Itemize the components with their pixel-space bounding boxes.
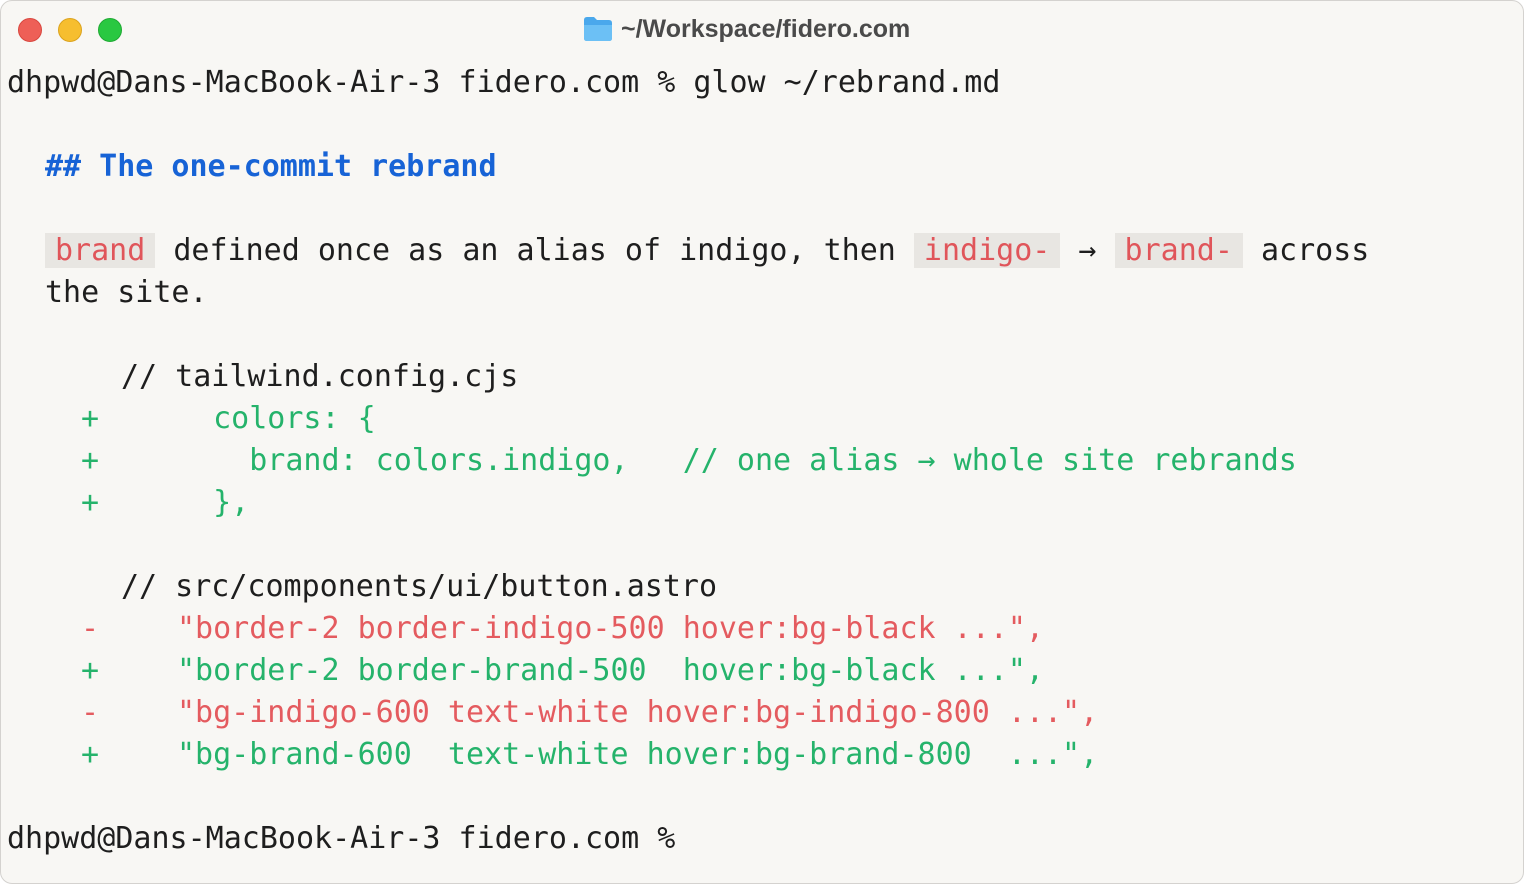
diff-code: "bg-brand-600 text-white hover:bg-brand-… (177, 737, 1099, 772)
minimize-button[interactable] (58, 18, 82, 42)
paragraph-line-2: the site. (45, 275, 208, 310)
window-title: ~/Workspace/fidero.com (583, 13, 910, 45)
diff-code: brand: colors.indigo, // one alias → who… (177, 443, 1297, 478)
title-bar[interactable]: ~/Workspace/fidero.com (1, 1, 1523, 57)
paragraph-line-1: brand defined once as an alias of indigo… (45, 230, 1369, 272)
inline-code-brand: brand (45, 233, 156, 268)
diff-code: "border-2 border-indigo-500 hover:bg-bla… (177, 611, 1044, 646)
diff-line: + (81, 398, 99, 440)
code-comment-tailwind: // tailwind.config.cjs (121, 359, 519, 394)
diff-line: + (81, 734, 99, 776)
window-title-text: ~/Workspace/fidero.com (621, 14, 911, 43)
diff-sign: + (81, 401, 100, 436)
diff-sign: + (81, 653, 100, 688)
diff-sign: + (81, 443, 100, 478)
diff-sign: - (81, 611, 100, 646)
folder-icon (584, 17, 612, 41)
diff-code: "border-2 border-brand-500 hover:bg-blac… (177, 653, 1044, 688)
paragraph-text-across: across (1260, 233, 1370, 268)
diff-line: + (81, 482, 99, 524)
diff-code: "bg-indigo-600 text-white hover:bg-indig… (177, 695, 1099, 730)
diff-sign: + (81, 485, 100, 520)
markdown-heading: ## The one-commit rebrand (45, 149, 497, 184)
diff-line: + (81, 440, 99, 482)
prompt-command-line: dhpwd@Dans-MacBook-Air-3 fidero.com % gl… (7, 65, 1001, 100)
diff-line: + (81, 650, 99, 692)
inline-code-indigo: indigo- (913, 233, 1061, 268)
diff-sign: - (81, 695, 100, 730)
maximize-button[interactable] (98, 18, 122, 42)
arrow-glyph: → (1078, 233, 1097, 268)
diff-line: - (81, 692, 99, 734)
diff-code: }, (177, 485, 250, 520)
diff-line: - (81, 608, 99, 650)
diff-sign: + (81, 737, 100, 772)
paragraph-text: defined once as an alias of indigo, then (173, 233, 896, 268)
prompt-final-line[interactable]: dhpwd@Dans-MacBook-Air-3 fidero.com % (7, 818, 675, 860)
inline-code-brand-prefix: brand- (1114, 233, 1243, 268)
terminal-window: ~/Workspace/fidero.com dhpwd@Dans-MacBoo… (0, 0, 1524, 884)
code-comment-button: // src/components/ui/button.astro (121, 569, 718, 604)
diff-code: colors: { (177, 401, 376, 436)
close-button[interactable] (18, 18, 42, 42)
